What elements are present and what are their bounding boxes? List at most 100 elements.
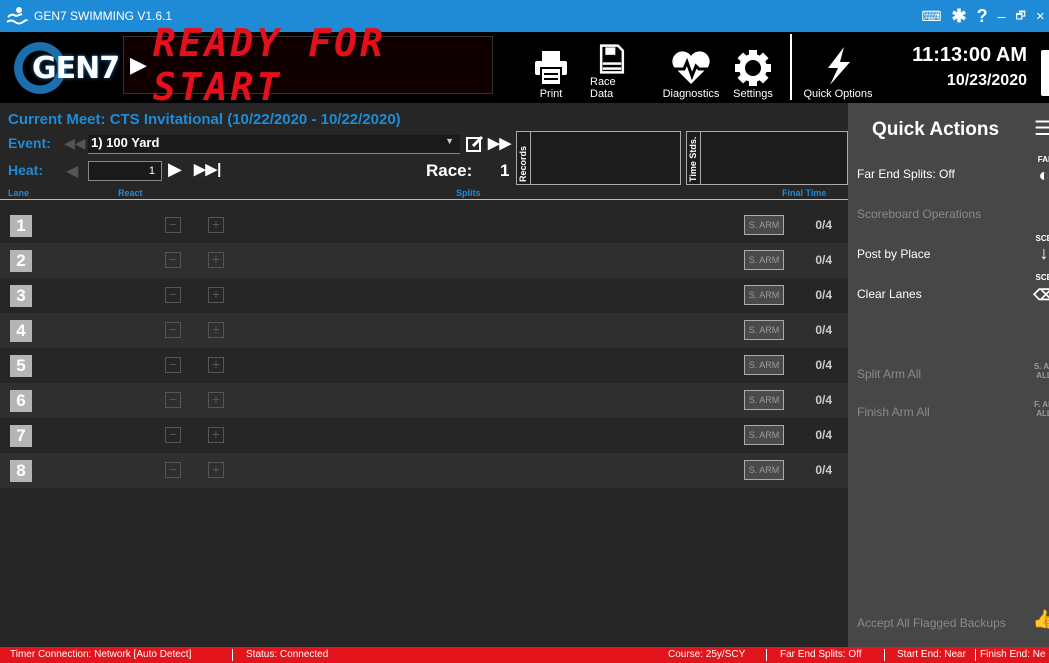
chevron-down-icon: ▼ [445,136,454,146]
remove-split-button[interactable]: − [165,287,181,303]
split-count: 0/4 [815,358,832,372]
prev-event-icon[interactable]: ◀◀ [64,135,86,152]
clock-time: 11:13:00 AM [912,44,1027,66]
post-by-place-item[interactable]: Post by Place [857,247,930,261]
sort-icon[interactable]: ↓ [1024,243,1049,264]
status-arrow-icon: ▶ [130,52,147,77]
split-arm-button[interactable]: S. ARM [744,250,784,270]
restore-button[interactable]: 🗗 [1015,7,1025,26]
last-heat-icon[interactable]: ▶▶| [194,160,221,178]
header-edge-tab[interactable] [1041,50,1049,96]
finish-arm-all-item: Finish Arm All [857,405,930,419]
split-arm-button[interactable]: S. ARM [744,285,784,305]
lanes-list: 1 − + S. ARM 0/4 2 − + S. ARM 0/4 3 − + S. ARM 0/4 4 − + S… [0,208,848,488]
split-arm-all-side-label: S. AF ALL [1033,362,1049,380]
quick-options-button[interactable]: Quick Options [800,44,876,100]
split-count: 0/4 [815,323,832,337]
split-count: 0/4 [815,253,832,267]
event-select[interactable]: 1) 100 Yard ▼ [88,135,460,154]
split-arm-button[interactable]: S. ARM [744,355,784,375]
gen7-logo: GEN7 [8,36,120,100]
split-arm-all-item: Split Arm All [857,367,922,381]
remove-split-button[interactable]: − [165,322,181,338]
split-arm-button[interactable]: S. ARM [744,460,784,480]
add-split-button[interactable]: + [208,462,224,478]
remove-split-button[interactable]: − [165,217,181,233]
add-split-button[interactable]: + [208,322,224,338]
status-display-text: READY FOR START [152,21,386,109]
split-arm-button[interactable]: S. ARM [744,320,784,340]
connection-status: Status: Connected [246,649,329,660]
add-split-button[interactable]: + [208,217,224,233]
scb-side-label-1: SCB [1035,234,1049,243]
lane-row: 1 − + S. ARM 0/4 [0,208,848,243]
current-meet: Current Meet: CTS Invitational (10/22/20… [8,111,401,128]
remove-split-button[interactable]: − [165,427,181,443]
split-arm-button[interactable]: S. ARM [744,390,784,410]
print-button[interactable]: Print [532,44,570,100]
timer-connection: Timer Connection: Network [Auto Detect] [10,649,192,660]
lane-row: 8 − + S. ARM 0/4 [0,453,848,488]
diagnostics-button[interactable]: Diagnostics [660,44,722,100]
race-label: Race: [426,161,473,180]
add-split-button[interactable]: + [208,357,224,373]
swimmer-logo-icon [4,3,30,29]
next-event-icon[interactable]: ▶▶ [488,134,511,152]
header: GEN7 ▶ READY FOR START Print Race Data D… [0,21,1049,109]
lane-row: 2 − + S. ARM 0/4 [0,243,848,278]
clock-date: 10/23/2020 [946,72,1027,89]
lane-row: 5 − + S. ARM 0/4 [0,348,848,383]
split-arm-button[interactable]: S. ARM [744,215,784,235]
quick-actions-panel: Quick Actions ☰ Far End Splits: Off FAI … [848,103,1049,647]
course-status: Course: 25y/SCY [668,649,746,660]
remove-split-button[interactable]: − [165,392,181,408]
lane-row: 7 − + S. ARM 0/4 [0,418,848,453]
finish-arm-all-side-label: F. AR ALL [1034,400,1049,418]
remove-split-button[interactable]: − [165,252,181,268]
lane-row: 4 − + S. ARM 0/4 [0,313,848,348]
lane-number: 6 [10,390,32,412]
add-split-button[interactable]: + [208,252,224,268]
far-end-splits-item[interactable]: Far End Splits: Off [857,167,955,181]
add-split-button[interactable]: + [208,287,224,303]
close-button[interactable]: ✕ [1036,10,1045,23]
remove-split-button[interactable]: − [165,462,181,478]
app-window: GEN7 SWIMMING V1.6.1 ⌨ ✱ ? – 🗗 ✕ GEN7 ▶ … [0,0,1049,663]
records-box: Records [516,131,681,185]
far-end-side-label: FAI [1037,155,1049,164]
settings-button[interactable]: Settings [730,44,776,100]
race-data-button[interactable]: Race Data [590,44,634,100]
accept-flagged-backups-item: Accept All Flagged Backups [857,616,1006,630]
edit-event-icon[interactable] [466,135,484,153]
add-split-button[interactable]: + [208,392,224,408]
add-split-button[interactable]: + [208,427,224,443]
menu-icon[interactable]: ☰ [1034,116,1049,141]
scb-side-label-2: SCB [1035,273,1049,282]
split-count: 0/4 [815,218,832,232]
lane-number: 4 [10,320,32,342]
split-arm-button[interactable]: S. ARM [744,425,784,445]
clock: 11:13:00 AM 10/23/2020 [912,44,1027,90]
thumbs-up-icon: 👍 [1032,609,1049,629]
event-label: Event: [8,135,51,151]
lane-row: 6 − + S. ARM 0/4 [0,383,848,418]
remove-split-button[interactable]: − [165,357,181,373]
split-count: 0/4 [815,288,832,302]
clear-icon[interactable]: ⌫ [1024,286,1049,304]
lane-number: 2 [10,250,32,272]
status-bar: Timer Connection: Network [Auto Detect] … [0,647,1049,663]
next-heat-icon[interactable]: ▶ [168,159,182,180]
heat-input[interactable]: 1 [88,161,162,181]
toggle-icon[interactable]: ◐ [1024,165,1049,186]
clear-lanes-item[interactable]: Clear Lanes [857,287,922,301]
keyboard-icon[interactable]: ⌨ [921,8,941,25]
heartbeat-icon [672,51,710,84]
asterisk-icon[interactable]: ✱ [952,6,967,27]
printer-icon [535,51,567,86]
quick-actions-title: Quick Actions [872,119,1000,140]
minimize-button[interactable]: – [998,8,1006,24]
lane-number: 1 [10,215,32,237]
help-icon[interactable]: ? [977,6,988,27]
finish-end-status: Finish End: Ne [980,649,1046,660]
prev-heat-icon[interactable]: ◀ [66,161,78,181]
